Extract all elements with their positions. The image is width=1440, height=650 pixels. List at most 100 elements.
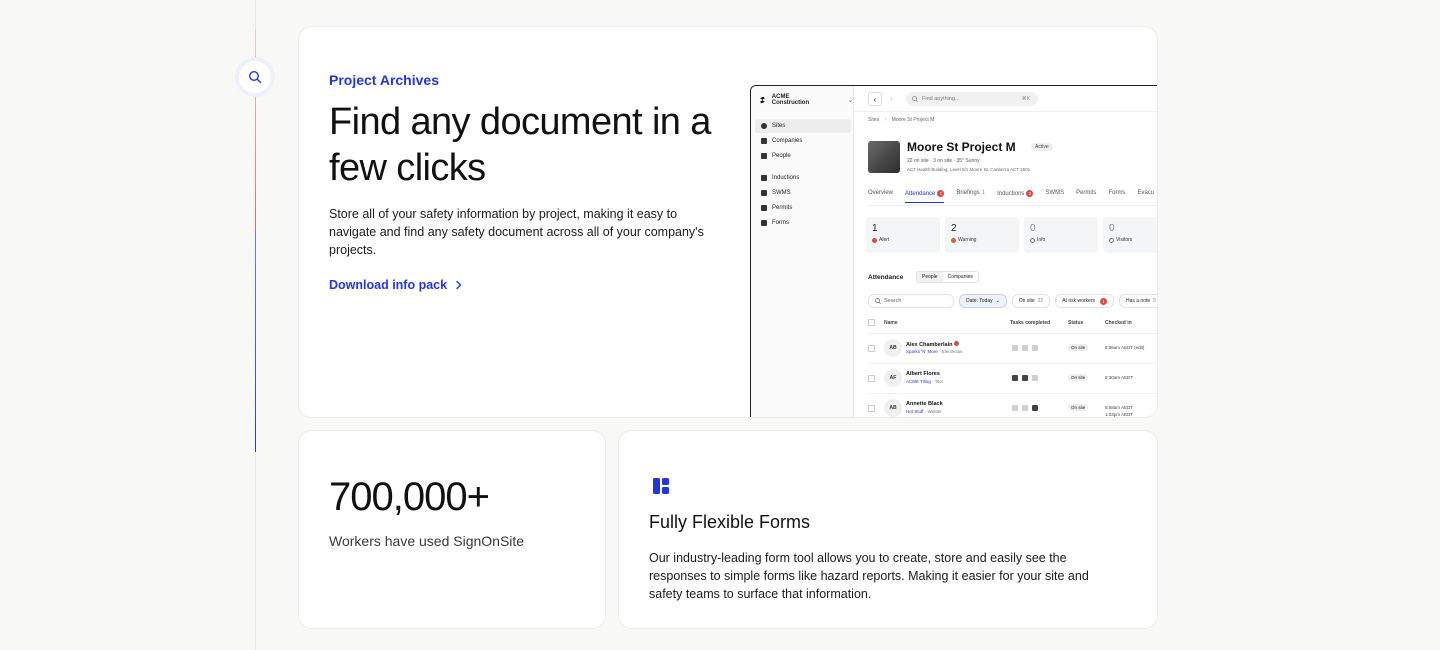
- timeline-node[interactable]: [239, 61, 271, 93]
- nav-item-label: SWMS: [772, 190, 791, 196]
- app-topbar: ‹ › Find anything... ⌘K: [854, 86, 1157, 112]
- avatar: AB: [884, 339, 902, 357]
- stat-value: 0: [1109, 223, 1115, 234]
- person-name: Alex Chamberlain: [906, 341, 959, 348]
- task-icons: [1012, 405, 1038, 411]
- table-row: AB Annette Black Hot Stuff · Welder On s…: [868, 393, 1157, 417]
- avatar: AF: [884, 369, 902, 387]
- task-icon: [1012, 345, 1018, 351]
- stat-warning: 2 Warning: [945, 217, 1019, 253]
- stat-visitors: 0 Visitors: [1103, 217, 1157, 253]
- people-icon: [761, 153, 767, 159]
- filter-label: Has a note: [1125, 298, 1151, 304]
- attendance-search-placeholder: Search: [884, 298, 902, 304]
- checkin-time: 8:06am AEDT (edit): [1105, 345, 1145, 350]
- filter-count: 1: [1099, 297, 1107, 305]
- tab-count: 1: [937, 190, 945, 197]
- company-name: ACME Tiling: [906, 379, 931, 384]
- nav-item-inductions: Inductions: [755, 171, 851, 185]
- filter-on-site: On site 22: [1011, 294, 1051, 308]
- task-icon: [1012, 375, 1018, 381]
- select-all-checkbox: [868, 319, 875, 326]
- task-icon: [1032, 345, 1038, 351]
- segment-people: People: [917, 272, 943, 282]
- stat-label: Alert: [879, 237, 890, 243]
- column-tasks: Tasks completed: [1010, 320, 1051, 326]
- tab-overview: Overview: [868, 190, 893, 203]
- download-info-pack-link[interactable]: Download info pack: [329, 278, 463, 292]
- nav-item-label: Permits: [772, 205, 793, 211]
- tab-label: SWMS: [1045, 190, 1065, 196]
- attendance-search: Search: [868, 294, 954, 308]
- hazard-icon: [761, 190, 767, 196]
- project-tabs: Overview Attendance 1 Briefings 1 Inductio…: [868, 190, 1154, 203]
- doc-icon: [761, 175, 767, 181]
- stat-label: Visitors: [1116, 237, 1133, 243]
- layout-icon: [653, 478, 669, 494]
- attendance-title: Attendance: [868, 274, 904, 281]
- app-search: Find anything... ⌘K: [906, 92, 1038, 106]
- task-icon: [1032, 375, 1038, 381]
- tab-count: 1: [981, 190, 986, 196]
- nav-item-companies: Companies: [755, 134, 851, 148]
- nav-item-label: Sites: [772, 123, 786, 129]
- feature-headline: Find any document in a few clicks: [329, 101, 711, 189]
- nav-item-permits: Permits: [755, 201, 851, 215]
- person-company: Sparks 'N' More · Electrician: [906, 349, 963, 354]
- tab-permits: Permits: [1076, 190, 1096, 203]
- visitor-icon: [1109, 237, 1114, 243]
- nav-item-label: Forms: [772, 220, 789, 226]
- nav-item-people: People: [755, 149, 851, 163]
- breadcrumb: Sites › Moore St Project M: [868, 117, 935, 123]
- attendance-segment: People Companies: [916, 271, 979, 283]
- avatar: AB: [884, 399, 902, 417]
- tab-briefings: Briefings 1: [956, 190, 985, 203]
- tab-attendance: Attendance 1: [905, 190, 945, 203]
- project-meta: 22 on site · 3 on site · 35° Sunny: [907, 158, 980, 164]
- table-row: AF Albert Flores ACME Tiling · Tiler On …: [868, 363, 1157, 393]
- info-icon: [1030, 237, 1035, 243]
- tab-label: Forms: [1108, 190, 1126, 196]
- tab-count: 2: [1026, 190, 1034, 197]
- cta-label: Download info pack: [329, 278, 448, 292]
- nav-item-sites: Sites: [755, 119, 851, 133]
- warning-icon: [951, 237, 956, 243]
- stat-card: 700,000+ Workers have used SignOnSite: [298, 430, 606, 629]
- project-address: ACT Health Building, Level 5/1 Moore St,…: [907, 167, 1031, 172]
- person-name: Albert Flores: [906, 371, 940, 377]
- stat-info: 0 Info: [1024, 217, 1098, 253]
- permit-icon: [761, 205, 767, 211]
- stat-value: 2: [951, 223, 957, 234]
- task-icon: [1012, 405, 1018, 411]
- alert-icon: [954, 341, 959, 346]
- nav-item-label: Companies: [772, 138, 803, 144]
- filter-label: At risk workers: [1062, 298, 1095, 304]
- project-title: Moore St Project M: [907, 140, 1016, 154]
- org-name: ACME Construction: [771, 94, 810, 106]
- nav-item-label: Inductions: [772, 175, 800, 181]
- tab-label: Attendance: [905, 191, 936, 197]
- row-checkbox: [868, 405, 875, 412]
- tab-evacuation: Evacu: [1137, 190, 1154, 203]
- feature-card: Project Archives Find any document in a …: [298, 26, 1158, 418]
- breadcrumb-item: Sites: [868, 117, 880, 123]
- status-badge: On site: [1068, 404, 1089, 411]
- status-badge: On site: [1068, 344, 1089, 351]
- row-checkbox: [868, 345, 875, 352]
- stat-value: 1: [872, 223, 878, 234]
- stat-label: Info: [1037, 237, 1046, 243]
- person-company: ACME Tiling · Tiler: [906, 379, 944, 384]
- logo-icon: [759, 96, 765, 104]
- segment-companies: Companies: [947, 274, 973, 280]
- task-icon: [1022, 405, 1028, 411]
- filter-count: 22: [1037, 298, 1044, 304]
- task-icon: [1022, 375, 1028, 381]
- search-shortcut: ⌘K: [1021, 96, 1030, 102]
- checkin-out: 1:03pm AEDT: [1105, 412, 1134, 417]
- company-name: Hot Stuff: [906, 409, 924, 414]
- table-row: AB Alex Chamberlain Sparks 'N' More · El…: [868, 333, 1157, 363]
- attendance-filters: Search Date: Today ⌄ On site 22 At risk wo…: [868, 294, 1157, 308]
- tab-label: Overview: [868, 190, 894, 196]
- filter-count: 5: [1153, 298, 1156, 304]
- forward-icon: ›: [890, 94, 893, 103]
